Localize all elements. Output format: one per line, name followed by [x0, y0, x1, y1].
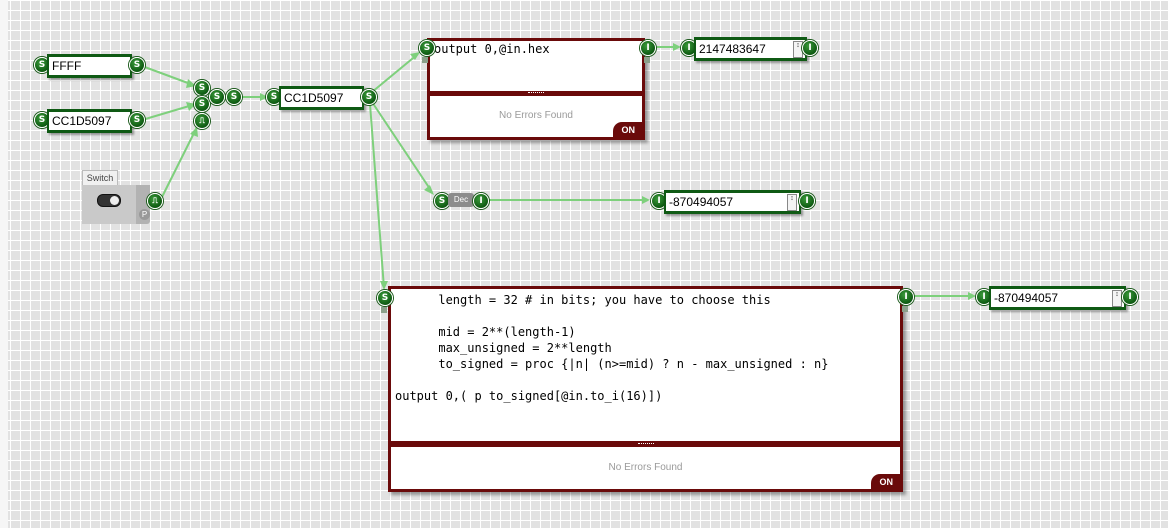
code-area-signed[interactable]: length = 32 # in bits; you have to choos…: [391, 289, 900, 441]
dec-chip[interactable]: Dec: [448, 193, 474, 207]
editor-signed-out-port[interactable]: I: [898, 289, 914, 305]
script-editor-hex: output 0,@in.hex No Errors Found ON: [427, 38, 645, 140]
on-badge-hex[interactable]: ON: [612, 122, 642, 137]
resize-grip-signed[interactable]: [637, 443, 654, 446]
out-signed-out-port[interactable]: I: [1122, 289, 1138, 305]
out-signed-field[interactable]: -870494057 ↕: [989, 286, 1126, 310]
toggle-knob: [110, 196, 119, 205]
concat-in-b-port[interactable]: S: [194, 96, 210, 112]
input-ffff-field[interactable]: FFFF: [47, 54, 132, 78]
editor-signed-in-port[interactable]: S: [377, 290, 393, 306]
input-ffff-out-port[interactable]: S: [129, 57, 145, 73]
out-dec-value: -870494057: [669, 195, 734, 209]
toggle-switch[interactable]: [97, 194, 121, 207]
out-hex-out-port[interactable]: I: [802, 40, 818, 56]
switch-p-badge: P: [139, 209, 150, 220]
spinner-icon[interactable]: ↕: [1112, 290, 1122, 307]
concat-out-port[interactable]: S: [226, 89, 242, 105]
code-text-hex[interactable]: output 0,@in.hex: [434, 41, 642, 57]
merged-field[interactable]: CC1D5097: [279, 86, 364, 110]
merged-out-port[interactable]: S: [361, 89, 377, 105]
resize-grip-hex[interactable]: [528, 92, 544, 95]
editor-signed-in-grip-icon: [381, 307, 387, 313]
editor-signed-out-grip-icon: [902, 306, 908, 312]
concat-in-a-port[interactable]: S: [194, 80, 210, 96]
editor-hex-out-port[interactable]: I: [640, 40, 656, 56]
input-cc1d-out-port[interactable]: S: [129, 112, 145, 128]
out-dec-out-port[interactable]: I: [799, 193, 815, 209]
code-area-hex[interactable]: output 0,@in.hex: [430, 41, 642, 91]
editor-hex-in-grip-icon: [422, 57, 428, 63]
switch-inner: [82, 185, 136, 224]
out-hex-value: 2147483647: [699, 42, 766, 56]
status-signed: No Errors Found: [391, 447, 900, 489]
script-editor-signed: length = 32 # in bits; you have to choos…: [388, 286, 903, 492]
editor-hex-out-grip-icon: [644, 57, 650, 63]
status-hex: No Errors Found: [430, 96, 642, 137]
concat-pulse-port[interactable]: ⎍: [194, 113, 210, 129]
out-hex-field[interactable]: 2147483647 ↕: [694, 37, 807, 61]
input-cc1d-field[interactable]: CC1D5097: [47, 109, 132, 133]
code-text-signed[interactable]: length = 32 # in bits; you have to choos…: [395, 292, 900, 404]
spinner-icon[interactable]: ↕: [787, 194, 797, 211]
switch-out-port[interactable]: ⎍: [147, 193, 163, 209]
editor-hex-in-port[interactable]: S: [419, 40, 435, 56]
on-badge-signed[interactable]: ON: [870, 474, 900, 489]
out-dec-field[interactable]: -870494057 ↕: [664, 190, 801, 214]
concat-mid-port: S: [209, 89, 225, 105]
dec-out-port[interactable]: I: [473, 193, 489, 209]
switch-widget[interactable]: P: [82, 185, 150, 224]
out-signed-value: -870494057: [994, 291, 1059, 305]
switch-label: Switch: [82, 170, 118, 186]
